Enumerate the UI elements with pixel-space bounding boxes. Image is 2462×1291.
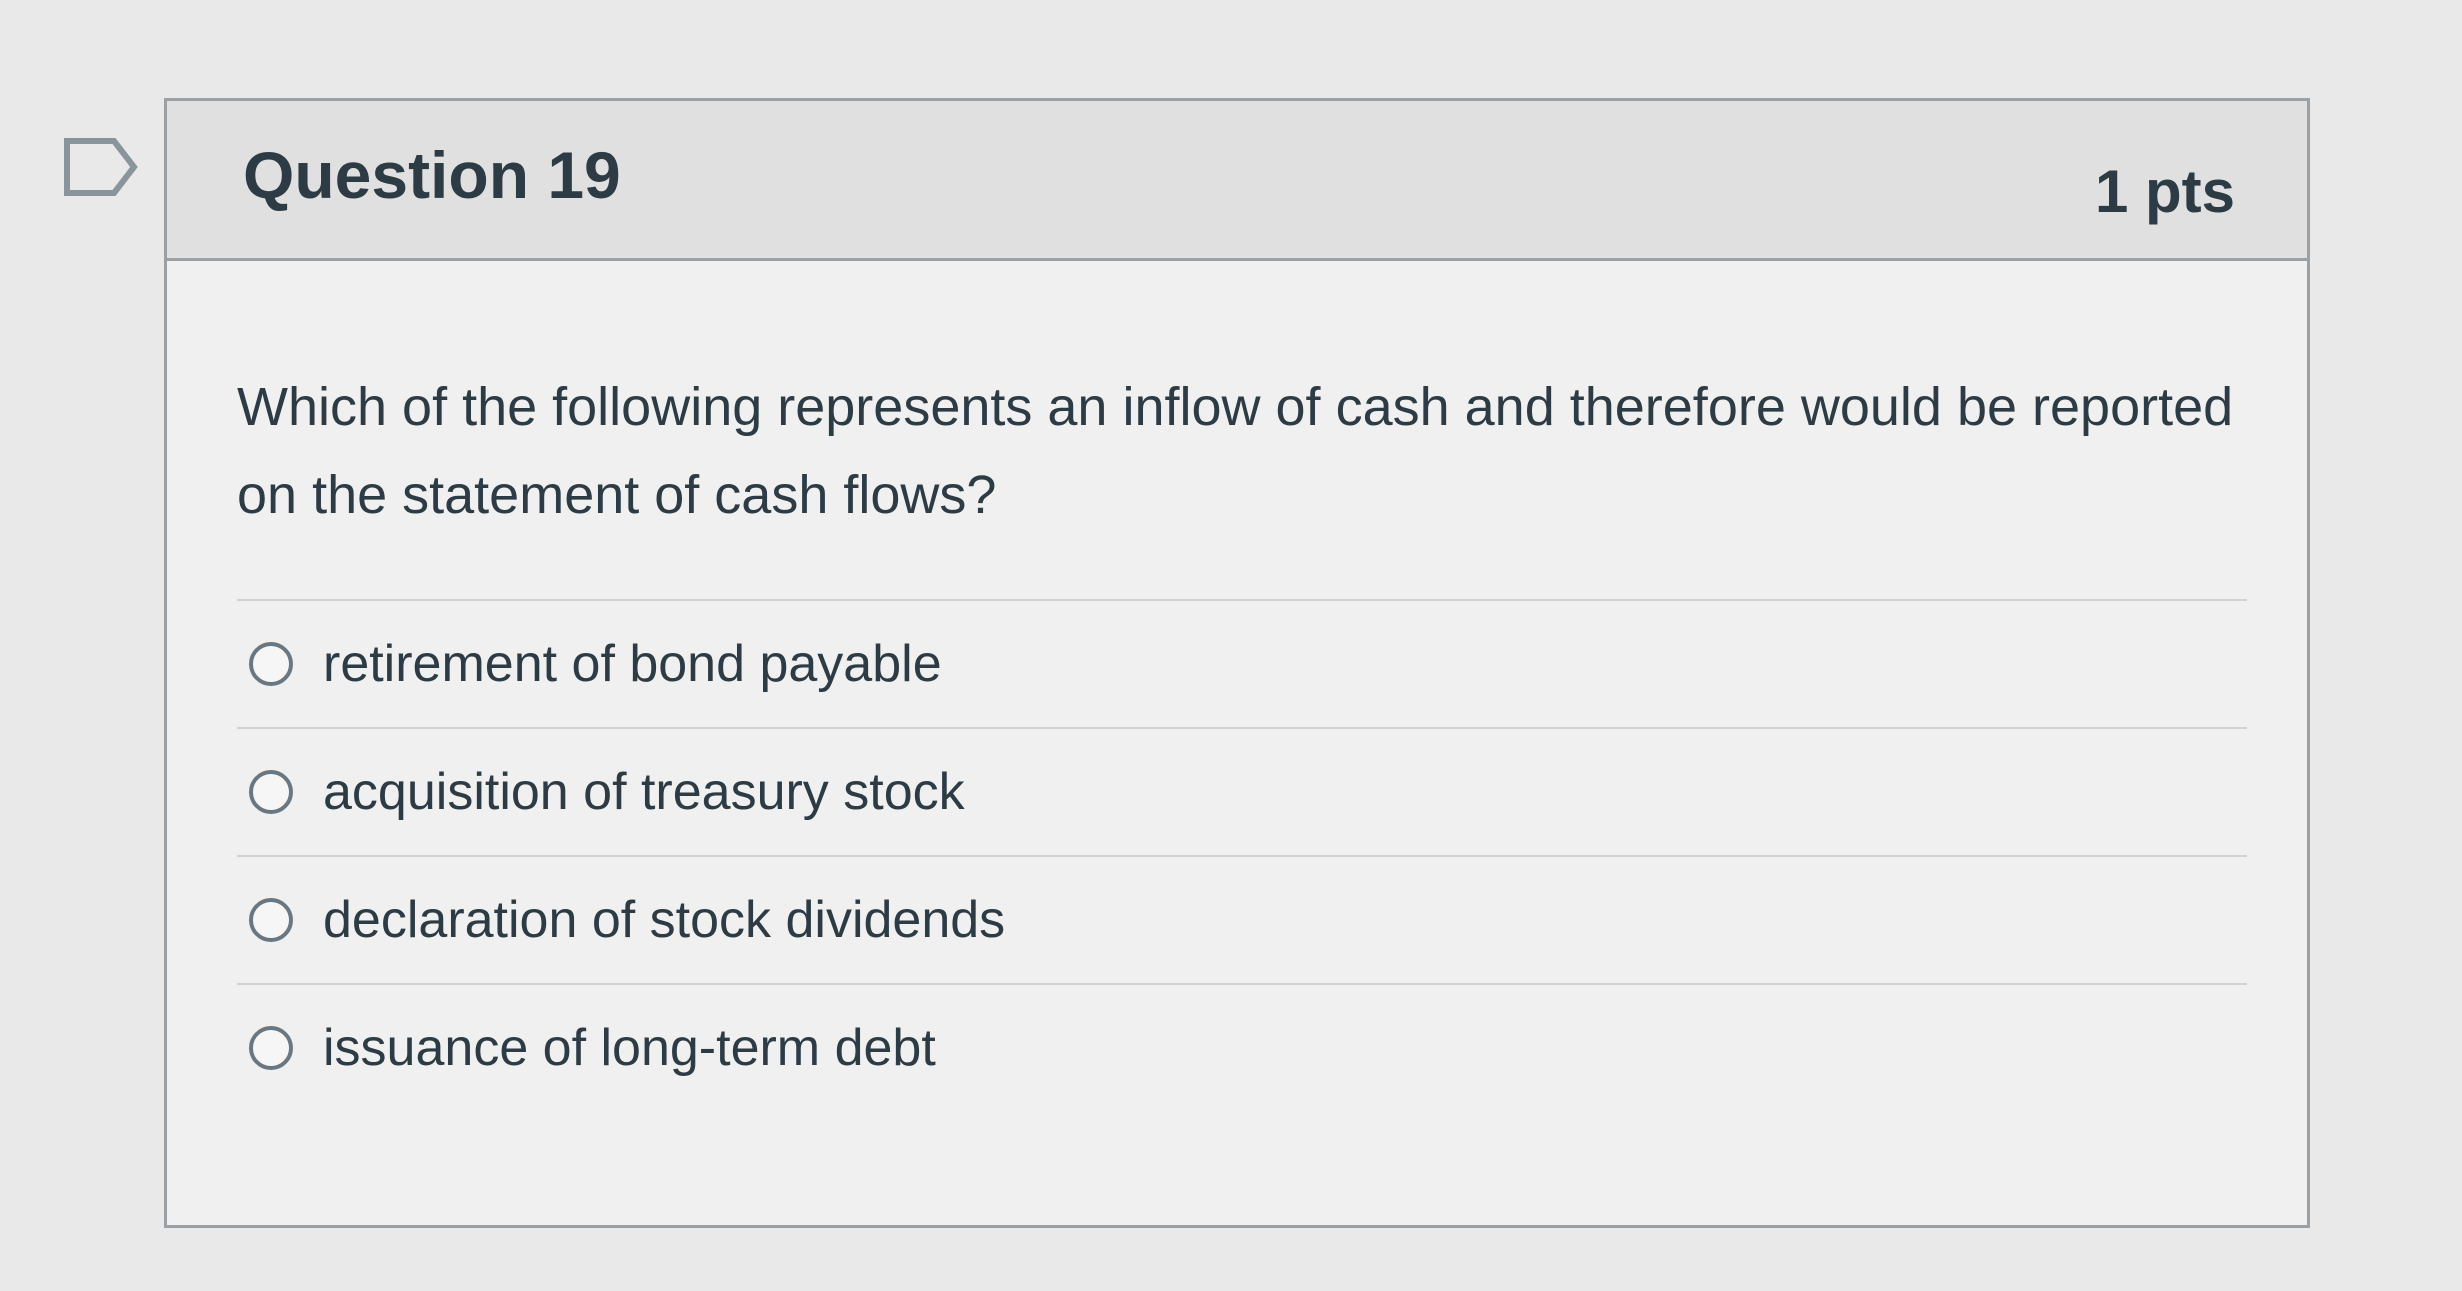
answer-label[interactable]: declaration of stock dividends <box>323 890 1005 950</box>
answer-label[interactable]: acquisition of treasury stock <box>323 762 965 822</box>
answer-option[interactable]: issuance of long-term debt <box>237 983 2247 1111</box>
radio-button[interactable] <box>249 770 293 814</box>
answer-list: retirement of bond payable acquisition o… <box>237 599 2247 1111</box>
answer-option[interactable]: acquisition of treasury stock <box>237 727 2247 855</box>
answer-option[interactable]: retirement of bond payable <box>237 599 2247 727</box>
radio-button[interactable] <box>249 898 293 942</box>
radio-button[interactable] <box>249 642 293 686</box>
question-points: 1 pts <box>2094 158 2235 225</box>
question-title: Question 19 <box>243 138 621 212</box>
radio-button[interactable] <box>249 1026 293 1070</box>
flag-question-icon[interactable] <box>62 136 140 198</box>
answer-label[interactable]: retirement of bond payable <box>323 634 942 694</box>
answer-label[interactable]: issuance of long-term debt <box>323 1018 936 1078</box>
question-card: Question 19 1 pts Which of the following… <box>164 98 2310 1228</box>
answer-option[interactable]: declaration of stock dividends <box>237 855 2247 983</box>
question-text: Which of the following represents an inf… <box>237 377 2234 525</box>
question-header: Question 19 1 pts <box>167 101 2307 261</box>
